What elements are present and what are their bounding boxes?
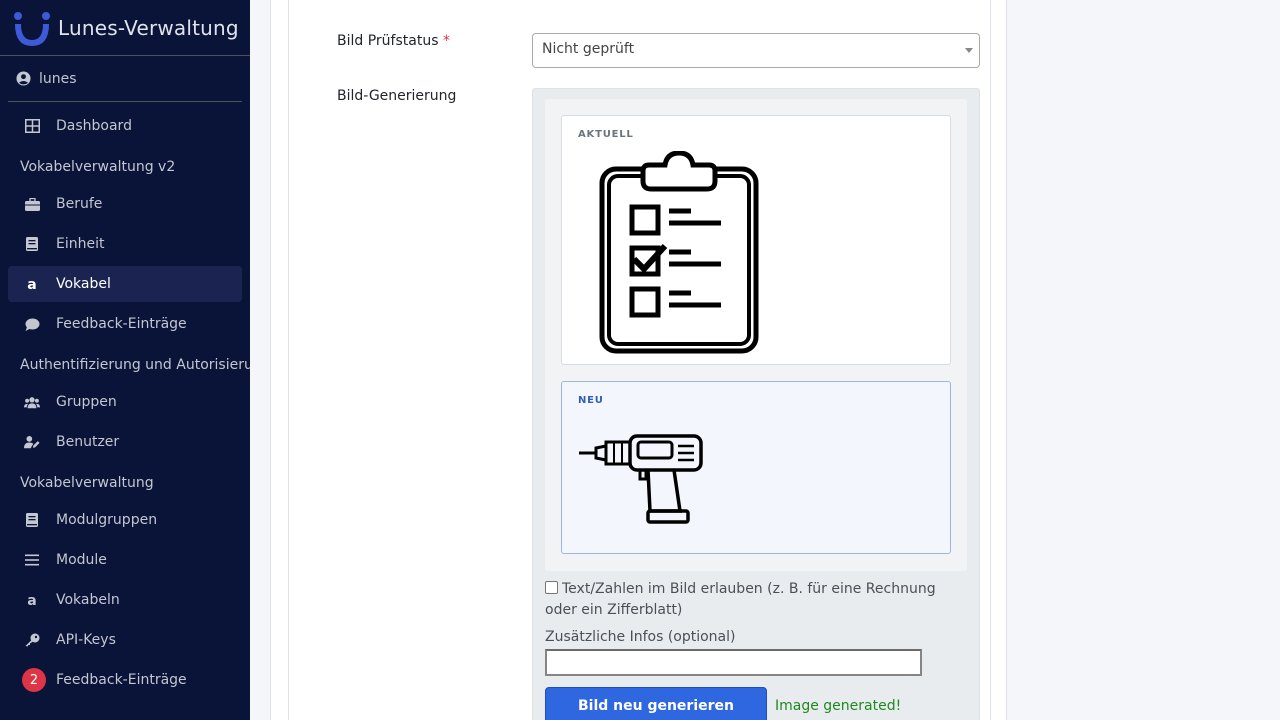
required-marker: *	[442, 33, 450, 49]
book-icon	[24, 512, 40, 528]
sidebar-item-api-keys[interactable]: API-Keys	[8, 622, 242, 658]
image-generation-panel: AKTUELL NEU Text/Zahlen im Bild erlauben…	[532, 88, 980, 720]
sidebar-item-berufe[interactable]: Berufe	[8, 186, 242, 222]
current-image-label: AKTUELL	[578, 129, 634, 140]
sidebar-section-header: Vokabelverwaltung	[20, 475, 154, 491]
form-card: Bild Prüfstatus * Nicht geprüft Bild-Gen…	[270, 0, 1007, 720]
svg-text:a: a	[27, 593, 36, 607]
letter-a-icon: a	[24, 592, 40, 608]
key-icon	[24, 632, 40, 648]
sidebar-item-einheit[interactable]: Einheit	[8, 226, 242, 262]
chevron-down-icon	[965, 48, 973, 53]
sidebar-item-label: API-Keys	[56, 632, 116, 648]
user-edit-icon	[24, 434, 40, 450]
sidebar-item-label: Berufe	[56, 196, 103, 212]
sidebar-section-header: Authentifizierung und Autorisierung	[20, 357, 250, 373]
current-image-card: AKTUELL	[561, 115, 951, 365]
extra-info-input[interactable]	[545, 649, 922, 676]
pruefstatus-label-text: Bild Prüfstatus	[337, 33, 439, 49]
pruefstatus-select[interactable]: Nicht geprüft	[532, 33, 980, 68]
user-panel[interactable]: lunes	[8, 56, 242, 102]
new-image-label: NEU	[578, 395, 604, 406]
notification-badge: 2	[22, 668, 46, 692]
users-icon	[24, 394, 40, 410]
pruefstatus-label: Bild Prüfstatus *	[337, 33, 450, 49]
allow-text-checkbox[interactable]	[545, 581, 558, 594]
user-circle-icon	[16, 71, 31, 86]
generation-status: Image generated!	[775, 698, 902, 714]
generation-label: Bild-Generierung	[337, 88, 457, 104]
svg-text:a: a	[27, 277, 36, 291]
sidebar-item-label: Vokabeln	[56, 592, 120, 608]
pruefstatus-selected-value: Nicht geprüft	[542, 41, 635, 57]
allow-text-label: Text/Zahlen im Bild erlauben (z. B. für …	[545, 581, 936, 618]
letter-a-icon: a	[24, 276, 40, 292]
sidebar-item-vokabeln[interactable]: a Vokabeln	[8, 582, 242, 618]
brand-logo-icon	[14, 11, 50, 46]
sidebar-item-benutzer[interactable]: Benutzer	[8, 424, 242, 460]
briefcase-icon	[24, 196, 40, 212]
sidebar-item-module[interactable]: Module	[8, 542, 242, 578]
sidebar-item-label: Gruppen	[56, 394, 117, 410]
sidebar-item-label: Einheit	[56, 236, 105, 252]
column-divider	[1006, 0, 1007, 720]
image-preview-area: AKTUELL NEU	[545, 99, 967, 571]
sidebar-section-header: Vokabelverwaltung v2	[20, 159, 176, 175]
sidebar-item-label: Benutzer	[56, 434, 120, 450]
sidebar-item-label: Modulgruppen	[56, 512, 158, 528]
main-content: Bild Prüfstatus * Nicht geprüft Bild-Gen…	[250, 0, 1280, 720]
sidebar: Lunes-Verwaltung lunes Dashboard Vokabel…	[0, 0, 250, 720]
sidebar-item-vokabel[interactable]: a Vokabel	[8, 266, 242, 302]
sidebar-item-label: Module	[56, 552, 107, 568]
comment-icon	[24, 316, 40, 332]
allow-text-row: Text/Zahlen im Bild erlauben (z. B. für …	[545, 579, 965, 621]
sidebar-nav: Dashboard Vokabelverwaltung v2 Berufe Ei…	[0, 102, 250, 708]
brand[interactable]: Lunes-Verwaltung	[0, 0, 250, 56]
new-image-card: NEU	[561, 381, 951, 554]
regenerate-image-button[interactable]: Bild neu generieren	[545, 687, 767, 720]
dashboard-icon	[24, 118, 40, 134]
sidebar-item-label: Feedback-Einträge	[56, 672, 187, 688]
sidebar-item-feedback-v2[interactable]: Feedback-Einträge	[8, 306, 242, 342]
sidebar-item-label: Dashboard	[56, 118, 132, 134]
sidebar-item-label: Feedback-Einträge	[56, 316, 187, 332]
sidebar-item-feedback[interactable]: 2 Feedback-Einträge	[8, 662, 242, 698]
sidebar-item-label: Vokabel	[56, 276, 111, 292]
sidebar-item-modulgruppen[interactable]: Modulgruppen	[8, 502, 242, 538]
user-name: lunes	[39, 70, 77, 87]
sidebar-item-gruppen[interactable]: Gruppen	[8, 384, 242, 420]
power-drill-icon	[579, 434, 703, 524]
sidebar-item-dashboard[interactable]: Dashboard	[8, 108, 242, 144]
form-fieldset: Bild Prüfstatus * Nicht geprüft Bild-Gen…	[288, 0, 991, 720]
book-icon	[24, 236, 40, 252]
clipboard-checklist-icon	[599, 151, 759, 354]
brand-title: Lunes-Verwaltung	[58, 15, 239, 40]
extra-info-label: Zusätzliche Infos (optional)	[545, 629, 736, 645]
list-icon	[24, 552, 40, 568]
